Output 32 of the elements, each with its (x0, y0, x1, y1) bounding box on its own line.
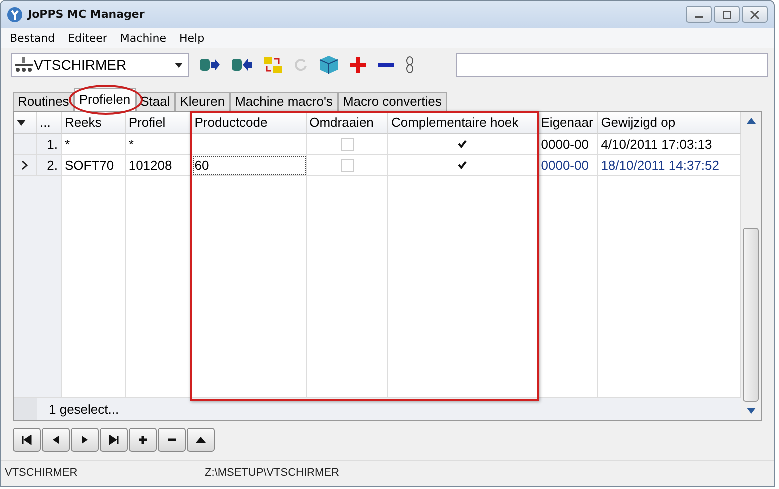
tab[interactable]: Routines (13, 92, 74, 111)
column-header[interactable]: ... (36, 112, 62, 134)
tab[interactable]: Profielen (74, 88, 136, 111)
tab[interactable]: Staal (136, 92, 176, 111)
menu-item[interactable]: Editeer (68, 32, 108, 44)
table-cell: * (128, 136, 134, 152)
table-cell: 101208 (128, 158, 172, 172)
tab[interactable]: Kleuren (175, 92, 230, 111)
table-cell: SOFT70 (64, 158, 114, 172)
table-cell: * (64, 136, 70, 152)
status-text: VTSCHIRMER (5, 467, 79, 479)
column-header[interactable]: Reeks (62, 112, 126, 134)
column-header[interactable]: Omdraaien (306, 112, 388, 134)
table-cell: 0000-00 (541, 136, 589, 152)
menu-item[interactable]: Help (179, 32, 205, 44)
column-header[interactable]: Gewijzigd op (598, 112, 741, 134)
column-header[interactable]: Eigenaar (538, 112, 598, 134)
selection-count: 1 geselect... (48, 402, 120, 416)
row-number: 1. (36, 134, 62, 155)
machine-dropdown[interactable]: VTSCHIRMER (11, 53, 189, 77)
column-header[interactable]: Productcode (192, 112, 307, 134)
tab[interactable]: Macro converties (338, 92, 447, 111)
table-cell: 0000-00 (541, 158, 589, 172)
status-text: Z:\MSETUP\VTSCHIRMER (205, 467, 340, 479)
menu-item[interactable]: Machine (120, 32, 166, 44)
menu-item[interactable]: Bestand (10, 32, 56, 44)
tab[interactable]: Machine macro's (230, 92, 338, 111)
window-title: JoPPS MC Manager (28, 8, 145, 21)
table-cell: 4/10/2011 17:03:13 (601, 136, 712, 152)
table-cell: 60 (192, 155, 307, 176)
table-cell: 18/10/2011 14:37:52 (601, 158, 720, 172)
row-number: 2. (36, 155, 62, 176)
